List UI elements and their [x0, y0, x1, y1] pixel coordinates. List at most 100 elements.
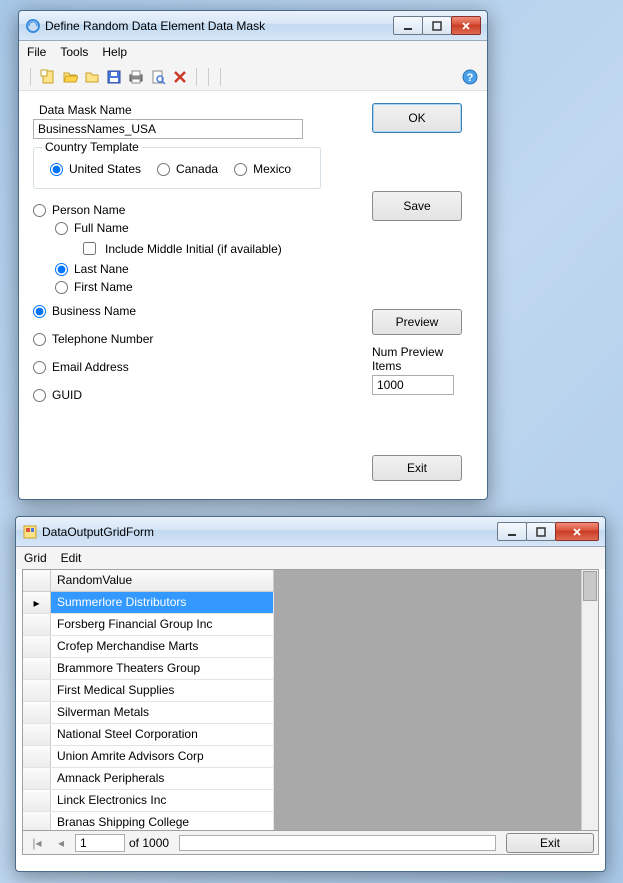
close-button[interactable]	[555, 522, 599, 541]
row-header[interactable]	[23, 790, 51, 811]
include-middle-check[interactable]: Include Middle Initial (if available)	[79, 239, 338, 258]
row-header[interactable]	[23, 680, 51, 701]
person-name-radio[interactable]: Person Name	[33, 203, 338, 217]
table-row[interactable]: Amnack Peripherals	[23, 768, 274, 790]
table-row[interactable]: Forsberg Financial Group Inc	[23, 614, 274, 636]
row-header[interactable]: ▸	[23, 592, 51, 613]
country-mx-radio[interactable]: Mexico	[234, 162, 291, 176]
app-icon	[25, 18, 41, 34]
help-icon[interactable]: ?	[461, 68, 479, 86]
country-us-radio[interactable]: United States	[50, 162, 141, 176]
row-header[interactable]	[23, 768, 51, 789]
new-file-icon[interactable]	[39, 68, 57, 86]
nav-progress-bar	[179, 835, 496, 851]
guid-radio[interactable]: GUID	[33, 388, 338, 402]
cell-randomvalue[interactable]: Linck Electronics Inc	[51, 790, 274, 811]
table-row[interactable]: Branas Shipping College	[23, 812, 274, 830]
scrollbar-thumb[interactable]	[583, 571, 597, 601]
menu-tools[interactable]: Tools	[60, 45, 88, 59]
exit-button[interactable]: Exit	[372, 455, 462, 481]
row-header[interactable]	[23, 812, 51, 830]
toolbar-separator	[220, 68, 222, 86]
minimize-button[interactable]	[393, 16, 423, 35]
cell-randomvalue[interactable]: Amnack Peripherals	[51, 768, 274, 789]
cell-randomvalue[interactable]: Branas Shipping College	[51, 812, 274, 830]
open-file-icon[interactable]	[61, 68, 79, 86]
menu-help[interactable]: Help	[102, 45, 127, 59]
table-row[interactable]: Linck Electronics Inc	[23, 790, 274, 812]
ok-button[interactable]: OK	[372, 103, 462, 133]
table-row[interactable]: Silverman Metals	[23, 702, 274, 724]
save-button[interactable]: Save	[372, 191, 462, 221]
guid-label: GUID	[52, 388, 82, 402]
titlebar[interactable]: DataOutputGridForm	[16, 517, 605, 547]
country-mx-label: Mexico	[253, 162, 291, 176]
window-title: Define Random Data Element Data Mask	[45, 19, 394, 33]
maximize-button[interactable]	[526, 522, 556, 541]
row-header[interactable]	[23, 636, 51, 657]
save-icon[interactable]	[105, 68, 123, 86]
first-name-label: First Name	[74, 280, 133, 294]
toolbar: ?	[19, 63, 487, 91]
row-header[interactable]	[23, 658, 51, 679]
grid-empty-area	[274, 570, 598, 830]
mask-name-input[interactable]	[33, 119, 303, 139]
row-header[interactable]	[23, 746, 51, 767]
preview-button[interactable]: Preview	[372, 309, 462, 335]
data-grid[interactable]: RandomValue ▸Summerlore DistributorsFors…	[22, 569, 599, 831]
nav-position-input[interactable]: 1	[75, 834, 125, 852]
country-ca-label: Canada	[176, 162, 218, 176]
cell-randomvalue[interactable]: National Steel Corporation	[51, 724, 274, 745]
table-row[interactable]: First Medical Supplies	[23, 680, 274, 702]
table-row[interactable]: Brammore Theaters Group	[23, 658, 274, 680]
country-ca-radio[interactable]: Canada	[157, 162, 218, 176]
folder-icon[interactable]	[83, 68, 101, 86]
titlebar[interactable]: Define Random Data Element Data Mask	[19, 11, 487, 41]
num-preview-input[interactable]	[372, 375, 454, 395]
cell-randomvalue[interactable]: Summerlore Distributors	[51, 592, 274, 613]
table-row[interactable]: National Steel Corporation	[23, 724, 274, 746]
close-button[interactable]	[451, 16, 481, 35]
cell-randomvalue[interactable]: Silverman Metals	[51, 702, 274, 723]
row-header[interactable]	[23, 702, 51, 723]
cell-randomvalue[interactable]: Union Amrite Advisors Corp	[51, 746, 274, 767]
country-template-legend: Country Template	[42, 140, 142, 154]
business-name-radio[interactable]: Business Name	[33, 304, 338, 318]
nav-total-label: of 1000	[129, 836, 169, 850]
table-row[interactable]: Union Amrite Advisors Corp	[23, 746, 274, 768]
email-radio[interactable]: Email Address	[33, 360, 338, 374]
row-header[interactable]	[23, 614, 51, 635]
table-row[interactable]: ▸Summerlore Distributors	[23, 592, 274, 614]
minimize-button[interactable]	[497, 522, 527, 541]
table-row[interactable]: Crofep Merchandise Marts	[23, 636, 274, 658]
full-name-radio[interactable]: Full Name	[55, 221, 338, 235]
cell-randomvalue[interactable]: First Medical Supplies	[51, 680, 274, 701]
preview-icon[interactable]	[149, 68, 167, 86]
grid-exit-button[interactable]: Exit	[506, 833, 594, 853]
row-header-corner[interactable]	[23, 570, 51, 591]
vertical-scrollbar[interactable]	[581, 570, 598, 830]
menubar: File Tools Help	[19, 41, 487, 63]
column-header-randomvalue[interactable]: RandomValue	[51, 570, 274, 591]
print-icon[interactable]	[127, 68, 145, 86]
menu-edit[interactable]: Edit	[61, 551, 82, 565]
row-header[interactable]	[23, 724, 51, 745]
menu-grid[interactable]: Grid	[24, 551, 47, 565]
telephone-radio[interactable]: Telephone Number	[33, 332, 338, 346]
cell-randomvalue[interactable]: Brammore Theaters Group	[51, 658, 274, 679]
nav-first-icon[interactable]: |◂	[27, 834, 47, 852]
telephone-label: Telephone Number	[52, 332, 153, 346]
business-name-label: Business Name	[52, 304, 136, 318]
first-name-radio[interactable]: First Name	[55, 280, 338, 294]
menu-file[interactable]: File	[27, 45, 46, 59]
last-name-radio[interactable]: Last Nane	[55, 262, 338, 276]
delete-icon[interactable]	[171, 68, 189, 86]
email-label: Email Address	[52, 360, 129, 374]
full-name-label: Full Name	[74, 221, 129, 235]
toolbar-separator	[196, 68, 198, 86]
nav-prev-icon[interactable]: ◂	[51, 834, 71, 852]
cell-randomvalue[interactable]: Crofep Merchandise Marts	[51, 636, 274, 657]
maximize-button[interactable]	[422, 16, 452, 35]
grid-header: RandomValue	[23, 570, 274, 592]
cell-randomvalue[interactable]: Forsberg Financial Group Inc	[51, 614, 274, 635]
